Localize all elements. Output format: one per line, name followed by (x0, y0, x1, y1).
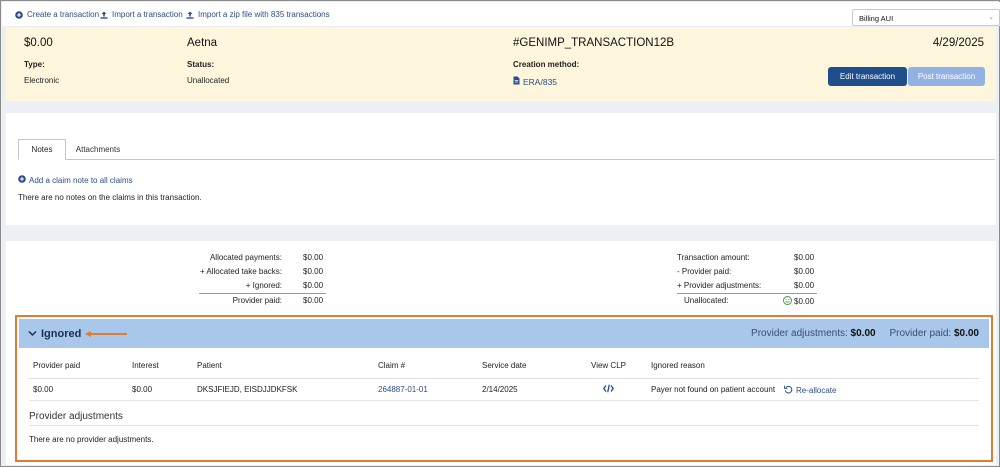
ignored-paid-label: Provider paid: (889, 328, 952, 339)
plus-circle-icon (15, 10, 23, 19)
provider-adjustments-label: + Provider adjustments: (677, 281, 762, 290)
smile-icon (783, 296, 792, 307)
ignored-header-bar[interactable]: Ignored Provider adjustments: $0.00 Prov… (19, 319, 989, 348)
location-select[interactable]: Billing AUI ⌄ (852, 9, 1000, 26)
col-ignored-reason: Ignored reason (651, 361, 705, 370)
row-divider (29, 400, 979, 401)
transaction-header: $0.00 Aetna #GENIMP_TRANSACTION12B 4/29/… (6, 27, 996, 101)
col-service-date: Service date (482, 361, 527, 370)
notes-panel: Notes Attachments Add a claim note to al… (6, 113, 996, 225)
col-provider-paid: Provider paid (33, 361, 81, 370)
ignored-section: Ignored Provider adjustments: $0.00 Prov… (15, 315, 993, 462)
provider-adjustments-title: Provider adjustments (29, 411, 123, 422)
row-service-date: 2/14/2025 (482, 385, 518, 394)
unallocated-label: Unallocated: (684, 296, 729, 305)
ignored-adj-label: Provider adjustments: (751, 328, 848, 339)
row-patient: DKSJFIEJD, EISDJJDKFSK (197, 385, 298, 394)
ignored-toggle[interactable]: Ignored (28, 328, 81, 340)
add-claim-note-link[interactable]: Add a claim note to all claims (18, 175, 133, 185)
ignored-summary: Provider adjustments: $0.00 Provider pai… (751, 328, 979, 339)
row-claim-link[interactable]: 264887-01-01 (378, 385, 428, 394)
tab-attachments[interactable]: Attachments (66, 139, 130, 160)
table-header-divider (29, 378, 979, 379)
allocated-payments-label: Allocated payments: (209, 253, 282, 262)
col-view-clp: View CLP (591, 361, 626, 370)
reallocate-link[interactable]: Re-allocate (784, 385, 836, 396)
create-transaction-link[interactable]: Create a transaction (15, 10, 99, 19)
provider-paid-value: $0.00 (303, 296, 324, 305)
col-patient: Patient (197, 361, 222, 370)
era-835-link[interactable]: ERA/835 (513, 76, 557, 87)
transaction-id: #GENIMP_TRANSACTION12B (513, 37, 675, 49)
transaction-amount-label: Transaction amount: (677, 253, 750, 262)
transaction-date: 4/29/2025 (932, 37, 984, 49)
col-claim: Claim # (378, 361, 406, 370)
undo-icon (784, 385, 793, 396)
upload-icon (100, 11, 108, 19)
chevron-down-icon (28, 328, 37, 340)
payer-name: Aetna (187, 37, 218, 49)
import-zip-link[interactable]: Import a zip file with 835 transactions (186, 10, 330, 19)
arrow-left-icon (85, 331, 127, 337)
view-clp-code-icon[interactable] (602, 384, 615, 395)
allocated-take-backs-label: + Allocated take backs: (199, 267, 282, 276)
row-ignored-reason: Payer not found on patient account (651, 385, 776, 394)
allocated-take-backs-value: $0.00 (303, 267, 324, 276)
create-transaction-label: Create a transaction (27, 10, 100, 19)
provider-adjustments-value: $0.00 (794, 281, 815, 290)
unallocated-value-group: $0.00 (783, 296, 814, 307)
app-frame: Create a transaction Import a transactio… (0, 0, 1000, 467)
type-value: Electronic (24, 76, 60, 85)
ignored-title: Ignored (41, 328, 82, 340)
ignored-paid-value: $0.00 (953, 328, 979, 339)
upload-icon (186, 11, 194, 19)
transaction-amount-value: $0.00 (794, 253, 815, 262)
row-interest: $0.00 (132, 385, 153, 394)
ignored-total-label: + Ignored: (245, 281, 282, 290)
tab-notes[interactable]: Notes (18, 139, 66, 160)
reallocate-label: Re-allocate (796, 386, 837, 395)
sum-divider (677, 293, 817, 294)
status-label: Status: (187, 60, 215, 69)
import-transaction-label: Import a transaction (112, 10, 183, 19)
no-adjustments-text: There are no provider adjustments. (29, 435, 154, 444)
add-claim-note-label: Add a claim note to all claims (29, 175, 133, 185)
col-interest: Interest (132, 361, 159, 370)
chevron-down-icon: ⌄ (988, 14, 994, 21)
import-transaction-link[interactable]: Import a transaction (100, 10, 183, 19)
document-icon (513, 76, 520, 87)
minus-provider-paid-label: - Provider paid: (677, 267, 732, 276)
minus-provider-paid-value: $0.00 (794, 267, 815, 276)
type-label: Type: (24, 60, 45, 69)
provider-paid-label: Provider paid: (232, 296, 282, 305)
provider-adjustments-divider (29, 425, 979, 426)
import-zip-label: Import a zip file with 835 transactions (198, 10, 330, 19)
row-provider-paid: $0.00 (33, 385, 54, 394)
post-transaction-button[interactable]: Post transaction (908, 67, 985, 86)
era-835-label: ERA/835 (523, 76, 558, 87)
status-value: Unallocated (187, 76, 230, 85)
plus-circle-icon (18, 175, 26, 185)
unallocated-value: $0.00 (794, 297, 815, 306)
ignored-adj-value: $0.00 (850, 328, 876, 339)
location-select-value: Billing AUI (859, 14, 894, 23)
transaction-amount: $0.00 (24, 37, 53, 49)
ignored-total-value: $0.00 (303, 281, 324, 290)
tab-divider (18, 159, 995, 160)
notes-empty-text: There are no notes on the claims in this… (18, 193, 202, 202)
sum-divider (199, 293, 326, 294)
top-action-bar: Create a transaction Import a transactio… (2, 2, 1000, 26)
creation-method-label: Creation method: (513, 60, 580, 69)
allocated-payments-value: $0.00 (303, 253, 324, 262)
edit-transaction-button[interactable]: Edit transaction (828, 67, 907, 86)
